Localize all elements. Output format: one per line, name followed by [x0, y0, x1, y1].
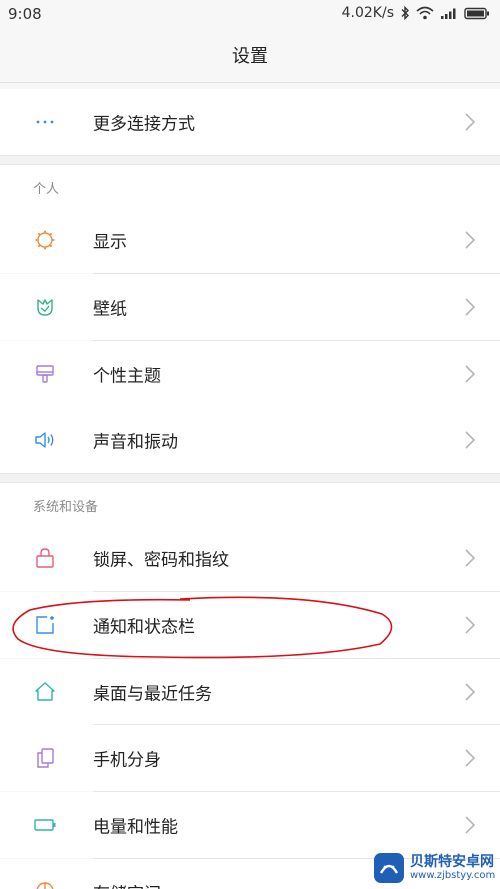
watermark-url: www.zjbstyy.com	[410, 869, 496, 881]
lockscreen-label: 锁屏、密码和指纹	[93, 550, 229, 571]
battery-icon	[34, 819, 56, 831]
chevron-right-icon	[465, 816, 476, 834]
settings-row-notifications[interactable]: 通知和状态栏	[0, 592, 500, 658]
chevron-right-icon	[465, 298, 476, 316]
settings-row-wallpaper[interactable]: 壁纸	[0, 274, 500, 340]
chevron-right-icon	[465, 431, 476, 449]
chevron-right-icon	[465, 616, 476, 634]
chevron-right-icon	[465, 231, 476, 249]
settings-row-sound[interactable]: 声音和振动	[0, 407, 500, 473]
settings-row-home[interactable]: 桌面与最近任务	[0, 659, 500, 725]
network-speed: 4.02K/s	[341, 5, 394, 21]
speaker-icon	[35, 432, 54, 448]
notification-icon	[36, 616, 54, 634]
status-time: 9:08	[8, 5, 42, 23]
section-title-personal: 个人	[33, 181, 60, 197]
bluetooth-icon	[401, 6, 409, 20]
wifi-icon	[416, 6, 434, 20]
paint-brush-icon	[36, 365, 54, 383]
section-gap	[0, 473, 500, 483]
settings-row-themes[interactable]: 个性主题	[0, 341, 500, 407]
watermark: 贝斯特安卓网 www.zjbstyy.com	[372, 846, 500, 889]
lock-icon	[36, 548, 54, 568]
chevron-right-icon	[465, 365, 476, 383]
storage-label: 存储空间	[93, 880, 161, 889]
section-gap	[0, 155, 500, 165]
chevron-right-icon	[465, 683, 476, 701]
home-label: 桌面与最近任务	[93, 684, 212, 705]
display-label: 显示	[93, 232, 127, 253]
battery-status-icon	[464, 7, 489, 19]
status-indicators: 4.02K/s	[342, 5, 490, 21]
tulip-icon	[37, 299, 53, 316]
settings-row-more-connections[interactable]: 更多连接方式	[0, 89, 500, 155]
section-header-system: 系统和设备	[0, 483, 500, 527]
brightness-icon	[35, 230, 55, 250]
settings-row-dual-apps[interactable]: 手机分身	[0, 725, 500, 791]
dual-phone-icon	[37, 748, 54, 768]
battery-label: 电量和性能	[93, 817, 178, 838]
notifications-label: 通知和状态栏	[93, 617, 195, 638]
more-connections-label: 更多连接方式	[93, 114, 195, 135]
settings-row-display[interactable]: 显示	[0, 207, 500, 273]
settings-row-lockscreen[interactable]: 锁屏、密码和指纹	[0, 525, 500, 591]
signal-icon	[441, 8, 456, 19]
title-bar: 设置	[0, 28, 500, 83]
chevron-right-icon	[465, 749, 476, 767]
wallpaper-label: 壁纸	[93, 299, 127, 320]
chevron-right-icon	[465, 113, 476, 131]
status-bar: 9:08 4.02K/s	[0, 0, 500, 28]
page-title: 设置	[232, 46, 268, 67]
more-dots-icon	[36, 120, 54, 124]
section-header-personal: 个人	[0, 165, 500, 209]
sound-label: 声音和振动	[93, 432, 178, 453]
chevron-right-icon	[465, 549, 476, 567]
storage-icon	[36, 882, 54, 889]
section-title-system: 系统和设备	[33, 499, 99, 515]
themes-label: 个性主题	[93, 366, 161, 387]
dual-apps-label: 手机分身	[93, 750, 161, 771]
home-icon	[35, 682, 55, 701]
watermark-name: 贝斯特安卓网	[410, 853, 494, 870]
watermark-logo-icon	[374, 852, 404, 883]
